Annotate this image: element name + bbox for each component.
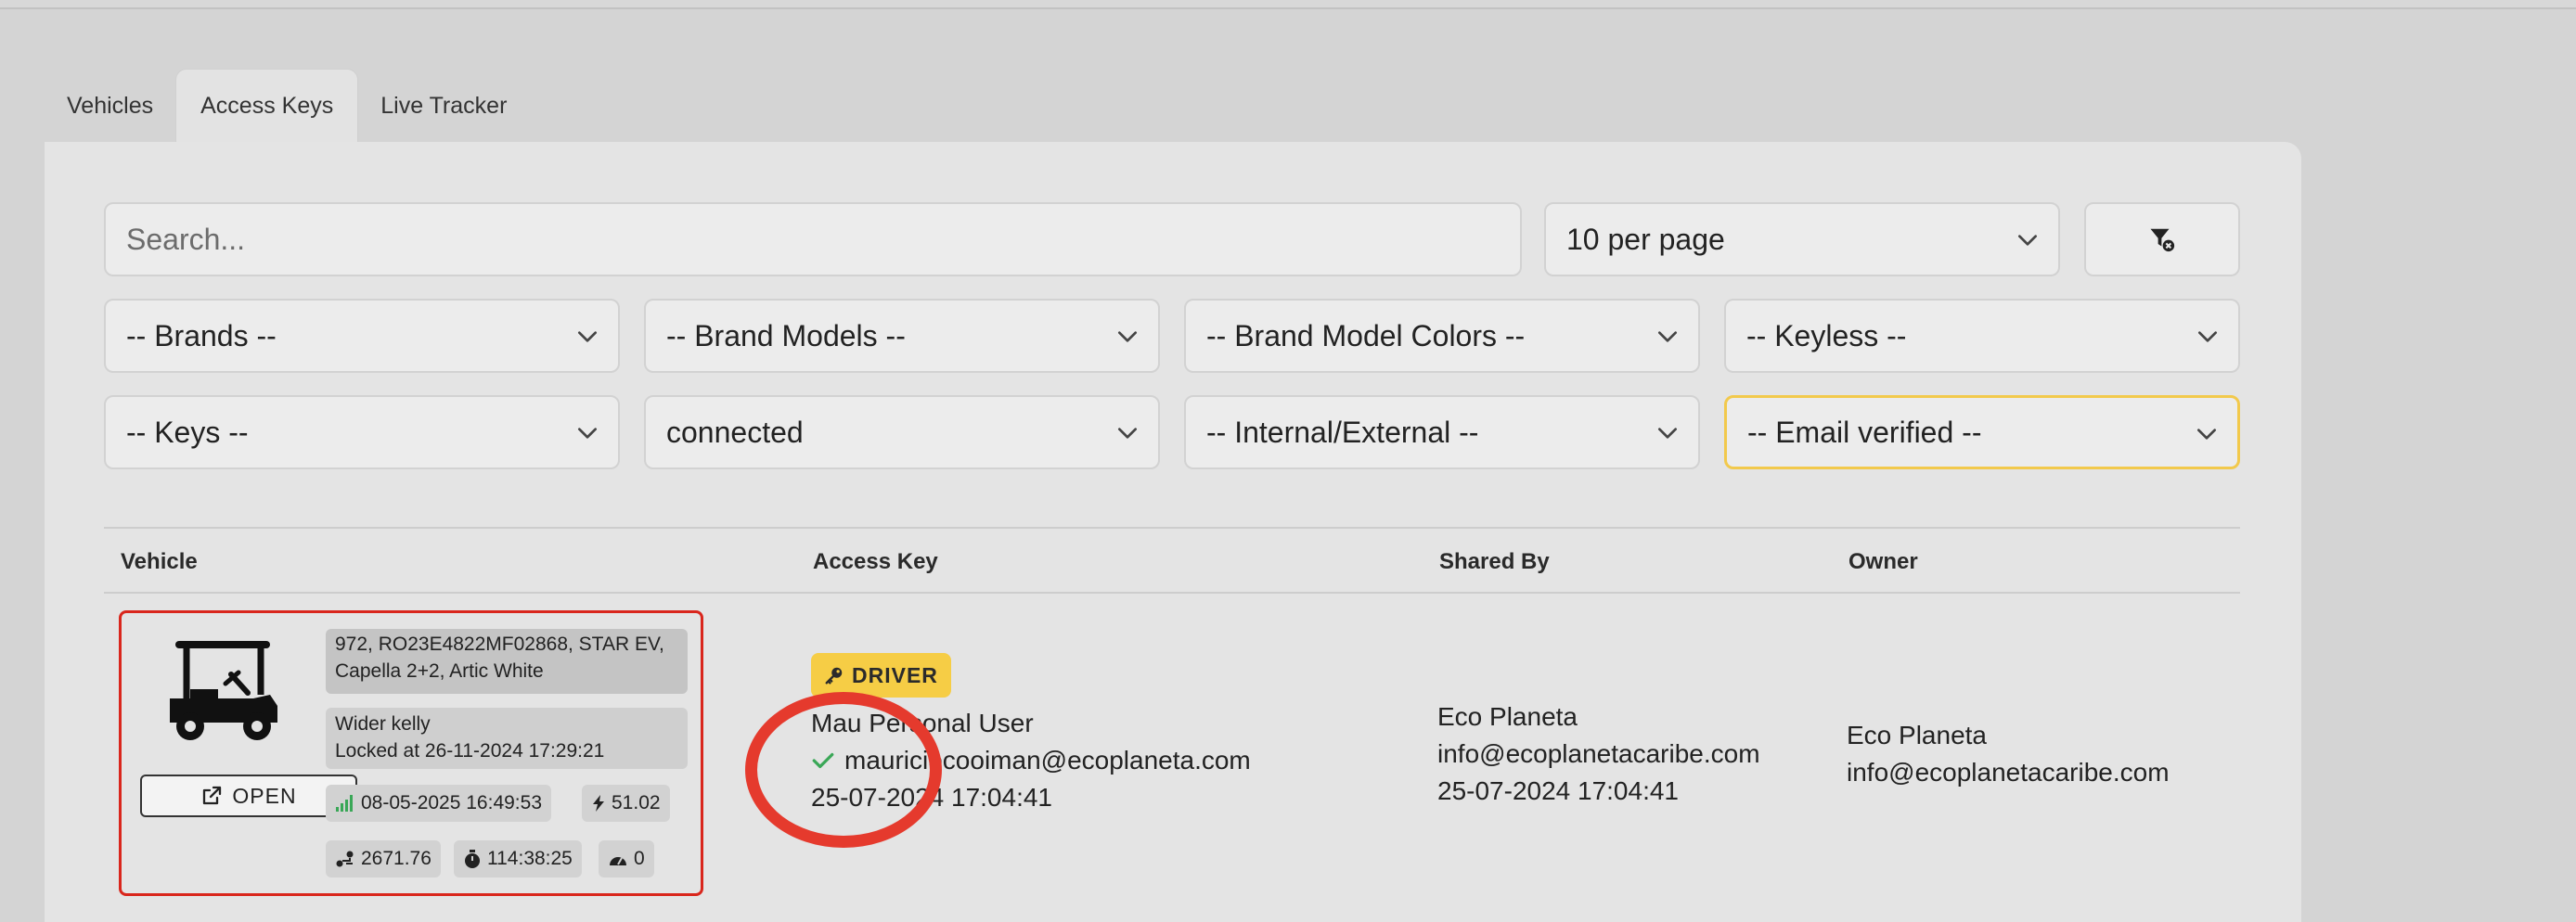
connection-value: connected <box>666 415 804 449</box>
brand-models-select[interactable]: -- Brand Models -- <box>644 299 1160 373</box>
vehicle-card[interactable]: OPEN 972, RO23E4822MF02868, STAR EV, Cap… <box>119 610 703 896</box>
chevron-down-icon <box>1657 428 1678 439</box>
speedometer-icon <box>610 857 626 865</box>
search-input[interactable]: Search... <box>104 202 1522 276</box>
external-link-icon <box>203 786 222 805</box>
chevron-down-icon <box>2196 429 2217 440</box>
brands-select[interactable]: -- Brands -- <box>104 299 620 373</box>
owner-email[interactable]: info@ecoplanetacaribe.com <box>1847 754 2170 791</box>
brand-model-colors-value: -- Brand Model Colors -- <box>1206 318 1526 352</box>
chevron-down-icon <box>1117 428 1138 439</box>
open-vehicle-button[interactable]: OPEN <box>140 775 357 817</box>
keys-value: -- Keys -- <box>126 415 249 449</box>
golf-cart-icon <box>170 641 277 740</box>
email-verified-select[interactable]: -- Email verified -- <box>1724 395 2240 469</box>
tab-live-tracker[interactable]: Live Tracker <box>358 69 529 143</box>
battery-value: 51.02 <box>612 792 661 813</box>
vehicle-status: Wider kelly Locked at 26-11-2024 17:29:2… <box>326 708 688 769</box>
shared-by-name: Eco Planeta <box>1437 702 1578 731</box>
odometer-value: 2671.76 <box>361 848 431 869</box>
keyless-value: -- Keyless -- <box>1746 318 1907 352</box>
last-signal-chip: 08-05-2025 16:49:53 <box>326 785 551 822</box>
battery-chip: 51.02 <box>582 785 670 822</box>
driver-name: Wider kelly <box>335 713 431 735</box>
annotation-circle <box>745 692 942 848</box>
internal-external-select[interactable]: -- Internal/External -- <box>1184 395 1700 469</box>
role-badge: DRIVER <box>811 653 951 698</box>
internal-external-value: -- Internal/External -- <box>1206 415 1479 449</box>
brand-model-colors-select[interactable]: -- Brand Model Colors -- <box>1184 299 1700 373</box>
vehicle-details: 972, RO23E4822MF02868, STAR EV, Capella … <box>326 629 688 694</box>
header-vehicle: Vehicle <box>121 549 198 574</box>
chevron-down-icon <box>1657 331 1678 342</box>
open-button-label: OPEN <box>232 783 297 808</box>
lock-status: Locked at 26-11-2024 17:29:21 <box>335 740 605 762</box>
role-label: DRIVER <box>852 662 938 687</box>
chevron-down-icon <box>2197 331 2218 342</box>
key-icon <box>825 667 843 685</box>
header-access-key: Access Key <box>813 549 938 574</box>
speed-chip: 0 <box>599 840 654 877</box>
last-signal-value: 08-05-2025 16:49:53 <box>361 792 542 813</box>
bolt-icon <box>593 795 604 812</box>
shared-by-date: 25-07-2024 17:04:41 <box>1437 776 1679 805</box>
tab-bar: Vehicles Access Keys Live Tracker <box>45 69 529 143</box>
table-header-divider <box>104 592 2240 594</box>
top-bar <box>0 0 2576 9</box>
per-page-value: 10 per page <box>1566 222 1725 256</box>
table-top-divider <box>104 527 2240 529</box>
signal-icon <box>336 795 353 812</box>
connection-select[interactable]: connected <box>644 395 1160 469</box>
odometer-chip: 2671.76 <box>326 840 441 877</box>
shared-by-email[interactable]: info@ecoplanetacaribe.com <box>1437 736 1760 773</box>
email-verified-value: -- Email verified -- <box>1747 415 1982 449</box>
stopwatch-icon <box>465 850 480 868</box>
header-owner: Owner <box>1848 549 1918 574</box>
clear-filters-button[interactable] <box>2084 202 2240 276</box>
keys-select[interactable]: -- Keys -- <box>104 395 620 469</box>
duration-value: 114:38:25 <box>487 848 573 869</box>
chevron-down-icon <box>577 428 598 439</box>
duration-chip: 114:38:25 <box>454 840 582 877</box>
chevron-down-icon <box>1117 331 1138 342</box>
chevron-down-icon <box>577 331 598 342</box>
search-placeholder: Search... <box>126 222 246 256</box>
brand-models-value: -- Brand Models -- <box>666 318 906 352</box>
brands-value: -- Brands -- <box>126 318 277 352</box>
speed-value: 0 <box>634 848 645 869</box>
owner-name: Eco Planeta <box>1847 721 1987 749</box>
route-icon <box>336 851 354 867</box>
header-shared-by: Shared By <box>1439 549 1550 574</box>
tab-access-keys[interactable]: Access Keys <box>175 69 359 143</box>
filter-clear-icon <box>2150 228 2175 252</box>
tab-vehicles[interactable]: Vehicles <box>45 69 175 143</box>
keyless-select[interactable]: -- Keyless -- <box>1724 299 2240 373</box>
per-page-select[interactable]: 10 per page <box>1544 202 2060 276</box>
chevron-down-icon <box>2017 235 2038 246</box>
